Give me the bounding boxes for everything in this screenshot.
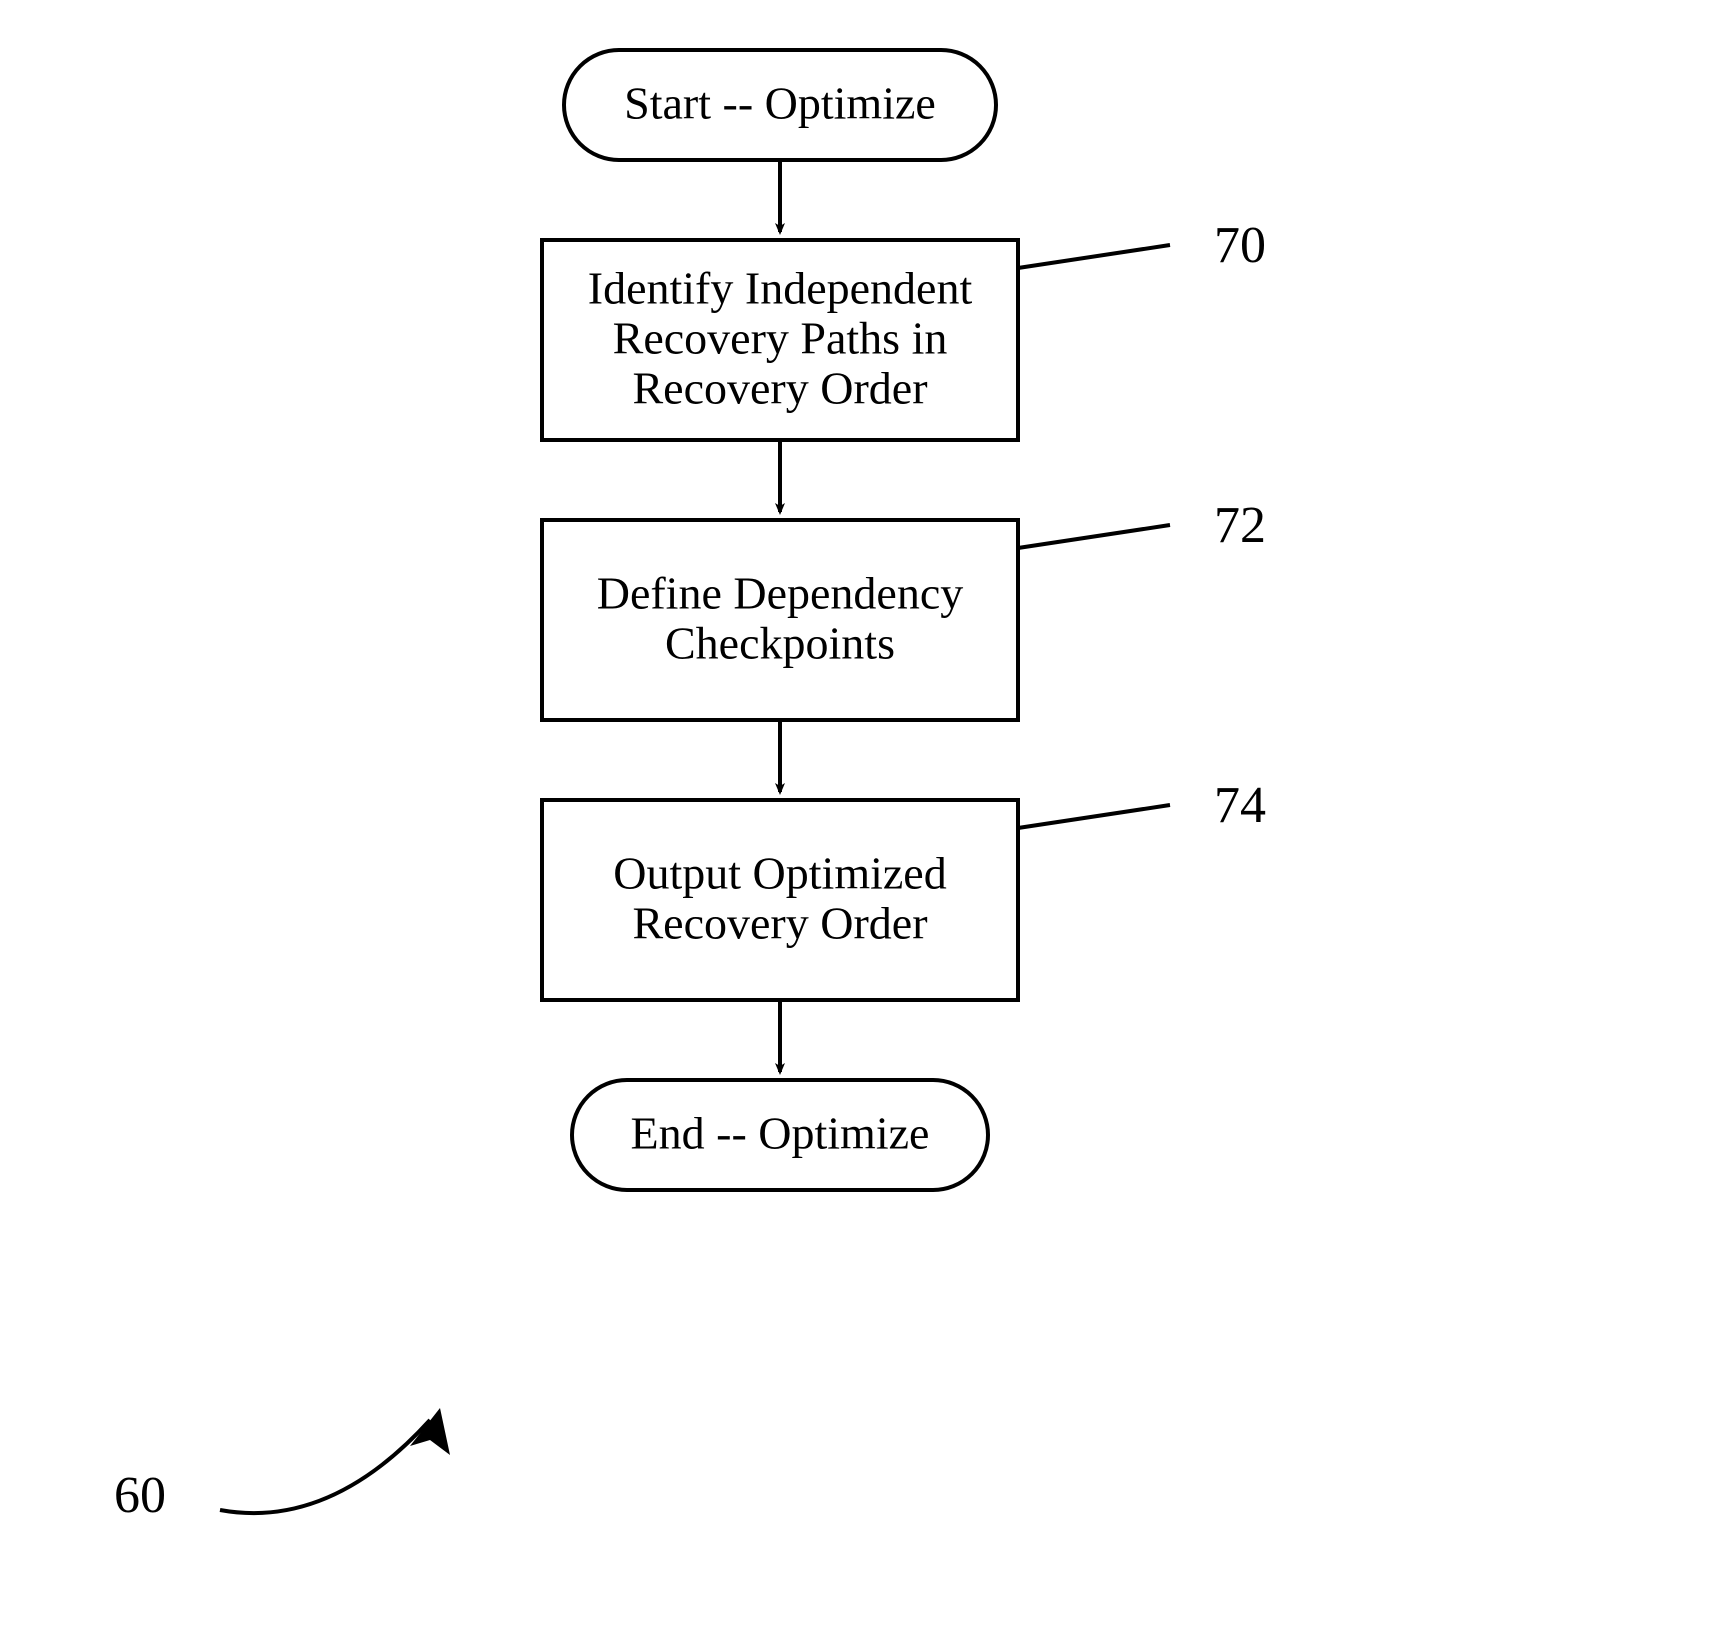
- figure-ref-group: 60: [114, 1408, 450, 1524]
- step1-line1: Identify Independent: [588, 263, 973, 314]
- step3-node: Output Optimized Recovery Order: [542, 800, 1018, 1000]
- leader-step1: [1018, 245, 1170, 268]
- start-label: Start -- Optimize: [624, 78, 936, 129]
- start-node: Start -- Optimize: [564, 50, 996, 160]
- step3-line2: Recovery Order: [632, 898, 927, 949]
- leader-step3: [1018, 805, 1170, 828]
- ref-step1: 70: [1214, 217, 1266, 274]
- ref-step2: 72: [1214, 497, 1266, 554]
- figure-ref: 60: [114, 1467, 166, 1524]
- step2-line1: Define Dependency: [597, 568, 964, 619]
- step1-line3: Recovery Order: [632, 363, 927, 414]
- step1-node: Identify Independent Recovery Paths in R…: [542, 240, 1018, 440]
- leader-step2: [1018, 525, 1170, 548]
- figure-ref-arrow: [220, 1420, 430, 1513]
- end-label: End -- Optimize: [631, 1108, 930, 1159]
- figure-ref-arrowhead: [410, 1408, 450, 1455]
- step3-line1: Output Optimized: [613, 848, 946, 899]
- step2-node: Define Dependency Checkpoints: [542, 520, 1018, 720]
- ref-step3: 74: [1214, 777, 1266, 834]
- end-node: End -- Optimize: [572, 1080, 988, 1190]
- flowchart-diagram: Start -- Optimize Identify Independent R…: [0, 0, 1720, 1647]
- step2-line2: Checkpoints: [665, 618, 895, 669]
- step1-line2: Recovery Paths in: [613, 313, 948, 364]
